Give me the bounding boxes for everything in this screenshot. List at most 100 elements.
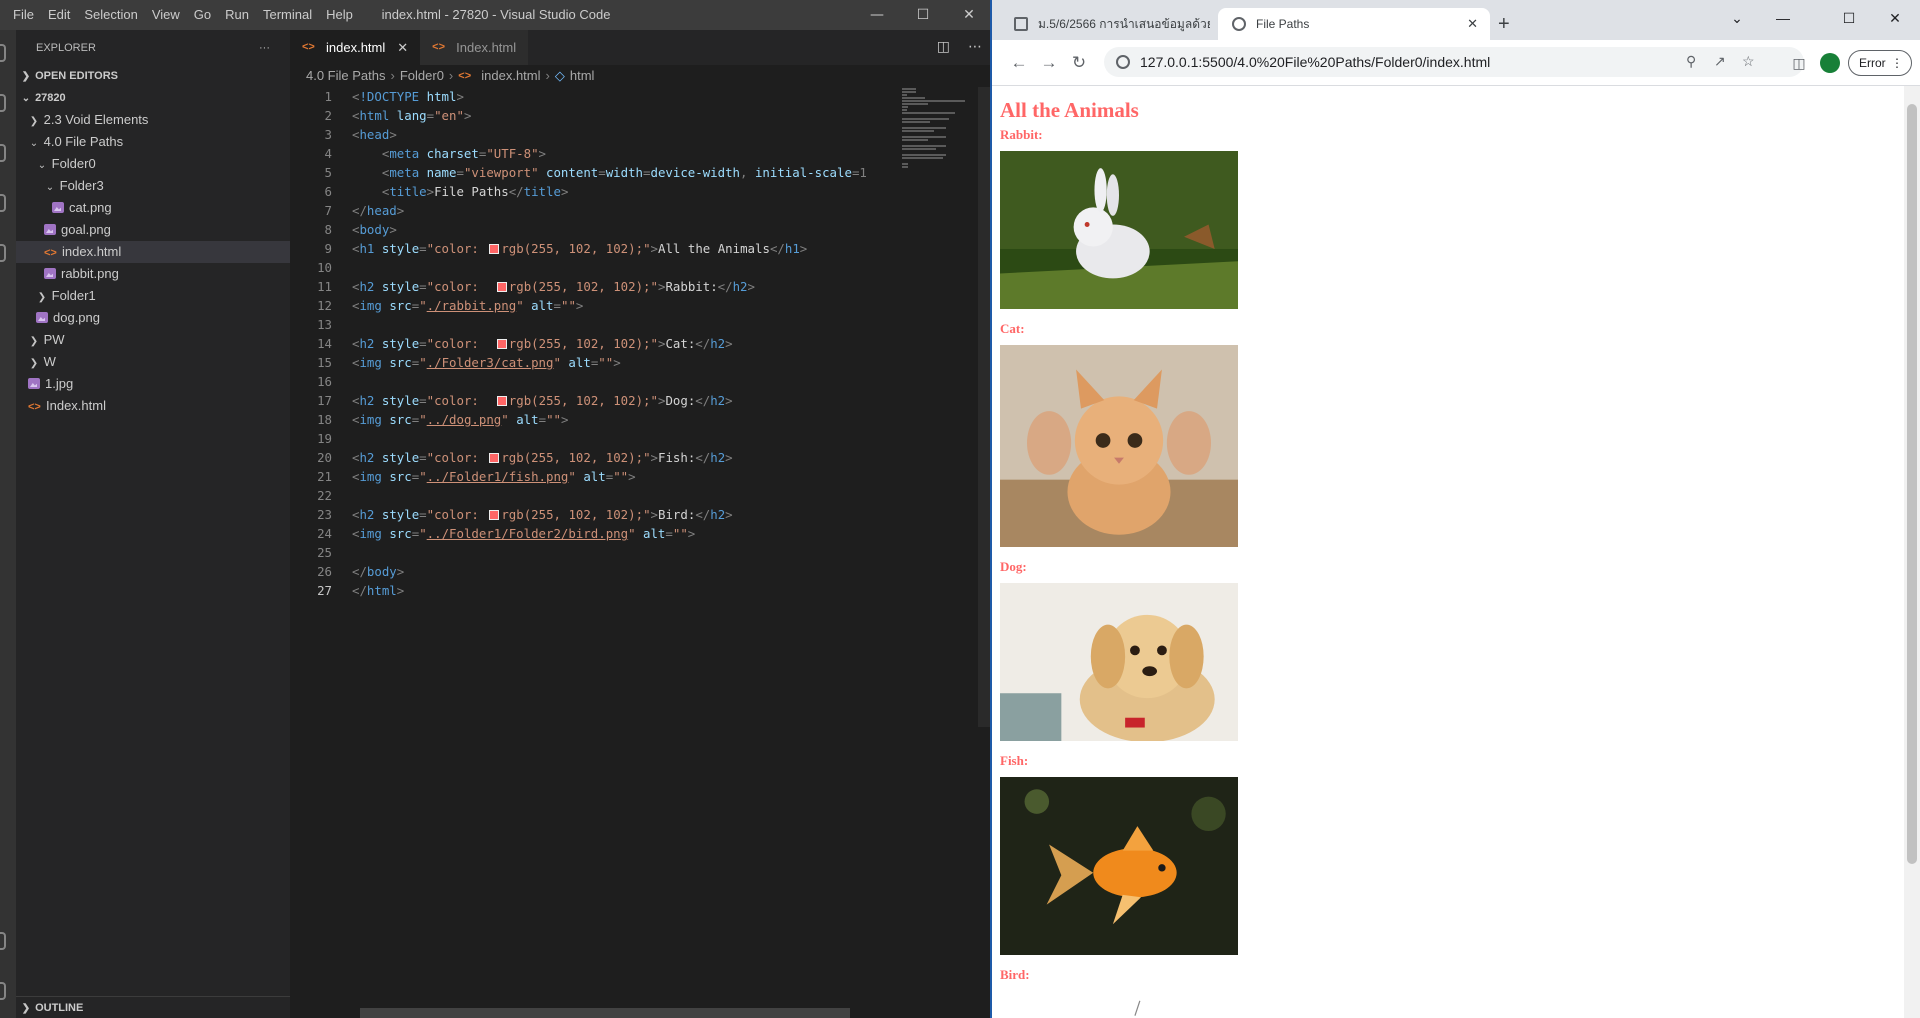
code-editor[interactable]: 1 <!DOCTYPE html> 2 <html lang="en"> 3 <head>… [290,87,902,600]
code-line[interactable]: 9 <h1 style="color: rgb(255, 102, 102);">… [290,239,902,258]
page-scrollbar[interactable] [1904,86,1920,1018]
tree-item-1-jpg[interactable]: 1.jpg [16,373,290,395]
source-control-activity-icon[interactable] [0,142,16,162]
code-line[interactable]: 27 </html> [290,581,902,600]
tree-item-index-html[interactable]: <> index.html [16,241,290,263]
menu-file[interactable]: File [6,0,41,30]
breadcrumb-item[interactable]: Folder0 [400,65,444,87]
reload-icon[interactable]: ↻ [1066,50,1092,76]
code-line[interactable]: 4 <meta charset="UTF-8"> [290,144,902,163]
explorer-more-icon[interactable]: ··· [259,42,270,54]
forward-arrow-icon[interactable]: → [1036,50,1062,76]
tree-item-folder1[interactable]: ❯ Folder1 [16,285,290,307]
share-icon[interactable]: ↗ [1714,53,1726,70]
close-tab-icon[interactable]: ✕ [1467,8,1478,40]
minimap-line [902,97,926,99]
menu-edit[interactable]: Edit [41,0,77,30]
tree-item-2-3-void-elements[interactable]: ❯ 2.3 Void Elements [16,109,290,131]
code-line[interactable]: 10 [290,258,902,277]
side-panel-icon[interactable]: ◫ [1786,50,1812,76]
editor-tabs: <> index.html ✕ <> Index.html ◫ ⋯ [290,30,992,65]
code-line[interactable]: 14 <h2 style="color: rgb(255, 102, 102);"… [290,334,902,353]
breadcrumb-item[interactable]: 4.0 File Paths [306,65,386,87]
code-line[interactable]: 2 <html lang="en"> [290,106,902,125]
code-line[interactable]: 17 <h2 style="color: rgb(255, 102, 102);"… [290,391,902,410]
code-line[interactable]: 26 </body> [290,562,902,581]
menu-run[interactable]: Run [218,0,256,30]
workspace-root[interactable]: ⌄ 27820 [16,87,290,109]
menu-help[interactable]: Help [319,0,360,30]
tree-item-pw[interactable]: ❯ PW [16,329,290,351]
code-line[interactable]: 20 <h2 style="color: rgb(255, 102, 102);"… [290,448,902,467]
split-editor-icon[interactable]: ◫ [937,30,950,65]
menu-selection[interactable]: Selection [77,0,144,30]
maximize-icon[interactable]: ☐ [1826,6,1872,30]
tree-item-goal-png[interactable]: goal.png [16,219,290,241]
code-line[interactable]: 25 [290,543,902,562]
close-icon[interactable]: ✕ [946,0,992,30]
close-tab-icon[interactable]: ✕ [397,30,408,65]
code-line[interactable]: 15 <img src="./Folder3/cat.png" alt=""> [290,353,902,372]
tree-item-cat-png[interactable]: cat.png [16,197,290,219]
zoom-icon[interactable]: ⚲ [1686,53,1696,70]
breadcrumb-item[interactable]: html [570,65,595,87]
minimize-icon[interactable]: — [1760,6,1806,30]
tree-item-folder3[interactable]: ⌄ Folder3 [16,175,290,197]
code-line[interactable]: 12 <img src="./rabbit.png" alt=""> [290,296,902,315]
code-line[interactable]: 5 <meta name="viewport" content=width=de… [290,163,902,182]
maximize-icon[interactable]: ☐ [900,0,946,30]
code-line[interactable]: 22 [290,486,902,505]
search-activity-icon[interactable] [0,92,16,112]
tree-item-rabbit-png[interactable]: rabbit.png [16,263,290,285]
code-line[interactable]: 19 [290,429,902,448]
code-line[interactable]: 21 <img src="../Folder1/fish.png" alt=""> [290,467,902,486]
more-actions-icon[interactable]: ⋯ [968,30,982,65]
outline-section[interactable]: ❯ OUTLINE [16,996,290,1018]
menu-go[interactable]: Go [187,0,218,30]
tab-search-chevron-icon[interactable]: ⌄ [1714,6,1760,30]
editor-horizontal-scrollbar[interactable] [360,1008,850,1018]
kebab-menu-icon[interactable]: ⋮ [1891,51,1903,75]
extensions-activity-icon[interactable] [0,242,16,262]
profile-avatar[interactable] [1820,53,1840,73]
code-line[interactable]: 13 [290,315,902,334]
run-debug-activity-icon[interactable] [0,192,16,212]
back-arrow-icon[interactable]: ← [1006,50,1032,76]
page-scrollbar-thumb[interactable] [1907,104,1917,864]
explorer-activity-icon[interactable] [0,42,16,62]
error-button[interactable]: Error ⋮ [1848,50,1912,76]
editor-tab-index-html[interactable]: <> index.html ✕ [290,30,421,65]
vscode-window: index.html - 27820 - Visual Studio Code … [0,0,992,1018]
code-line[interactable]: 16 [290,372,902,391]
menu-terminal[interactable]: Terminal [256,0,319,30]
code-line[interactable]: 7 </head> [290,201,902,220]
account-activity-icon[interactable] [0,930,16,950]
code-line[interactable]: 1 <!DOCTYPE html> [290,87,902,106]
site-info-icon[interactable] [1116,55,1130,69]
code-line[interactable]: 8 <body> [290,220,902,239]
breadcrumb-item[interactable]: index.html [481,65,540,87]
editor-tab-index-html-2[interactable]: <> Index.html [420,30,529,65]
code-line[interactable]: 23 <h2 style="color: rgb(255, 102, 102);"… [290,505,902,524]
address-bar[interactable]: 127.0.0.1:5500/4.0%20File%20Paths/Folder… [1104,47,1804,77]
open-editors-section[interactable]: ❯ OPEN EDITORS [16,65,290,87]
tree-item-w[interactable]: ❯ W [16,351,290,373]
browser-tab-file-paths[interactable]: File Paths ✕ [1218,8,1490,40]
menu-view[interactable]: View [145,0,187,30]
code-line[interactable]: 6 <title>File Paths</title> [290,182,902,201]
code-line[interactable]: 18 <img src="../dog.png" alt=""> [290,410,902,429]
bookmark-star-icon[interactable]: ☆ [1742,53,1755,70]
tree-item-4-0-file-paths[interactable]: ⌄ 4.0 File Paths [16,131,290,153]
close-icon[interactable]: ✕ [1872,6,1918,30]
tree-item-folder0[interactable]: ⌄ Folder0 [16,153,290,175]
tree-item-label: goal.png [61,222,111,237]
manage-gear-icon[interactable] [0,980,16,1000]
code-line[interactable]: 11 <h2 style="color: rgb(255, 102, 102);"… [290,277,902,296]
new-tab-plus-icon[interactable]: + [1498,12,1510,36]
tree-item-dog-png[interactable]: dog.png [16,307,290,329]
browser-tab-other[interactable]: ม.5/6/2566 การนำเสนอข้อมูลด้วยแผ [1000,8,1210,40]
tree-item-index-html[interactable]: <> Index.html [16,395,290,417]
code-line[interactable]: 3 <head> [290,125,902,144]
code-line[interactable]: 24 <img src="../Folder1/Folder2/bird.png"… [290,524,902,543]
minimize-icon[interactable]: — [854,0,900,30]
